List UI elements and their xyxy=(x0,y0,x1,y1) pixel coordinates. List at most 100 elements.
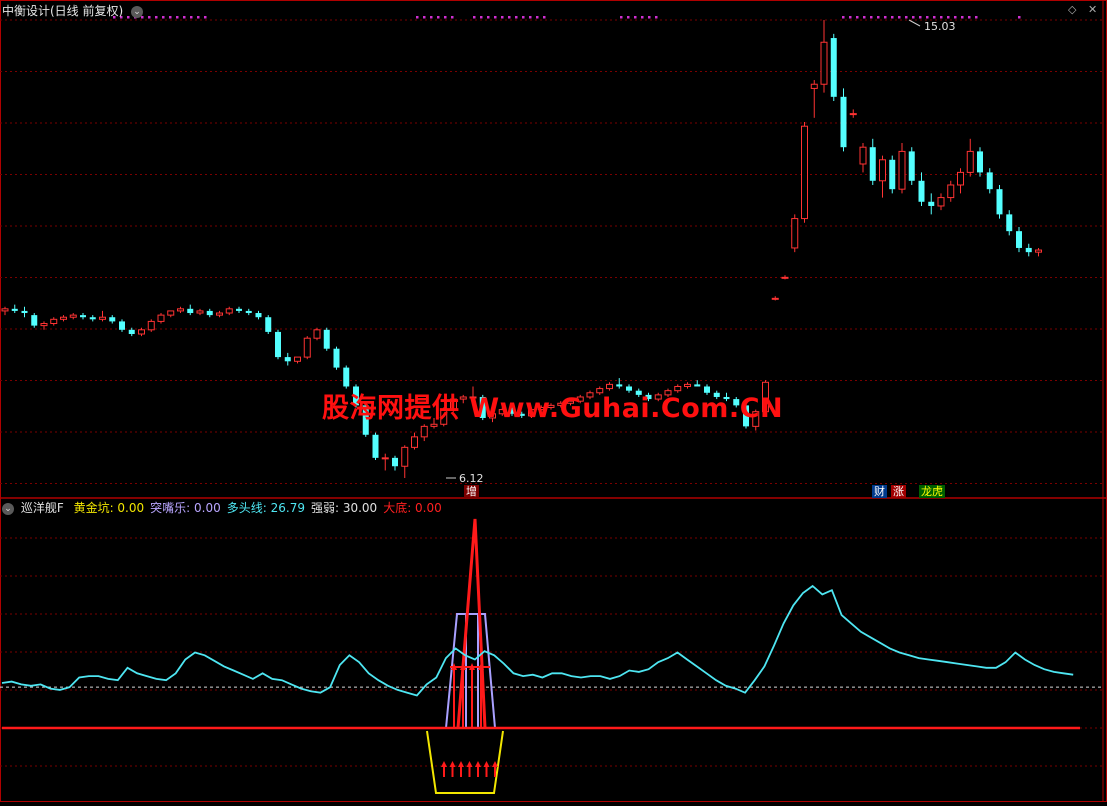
longhu-tag[interactable]: 龙虎 xyxy=(919,485,945,498)
signal-dot xyxy=(634,16,637,19)
signal-dot xyxy=(204,16,207,19)
signal-dot xyxy=(197,16,200,19)
cai-tag[interactable]: 财 xyxy=(872,485,887,498)
signal-dot xyxy=(877,16,880,19)
signal-dot xyxy=(954,16,957,19)
candle-body-down xyxy=(918,180,925,202)
candle-body-down xyxy=(109,317,116,322)
up-arrow-head xyxy=(475,761,481,767)
candle-body-up xyxy=(69,314,77,318)
candle-body-up xyxy=(791,218,799,249)
candle-body-up xyxy=(898,150,906,190)
candle-body-up xyxy=(313,329,321,339)
candle-body-up xyxy=(381,457,389,460)
candle-body-up xyxy=(60,316,67,320)
signal-dot xyxy=(515,16,518,19)
candle-body-down xyxy=(889,159,896,190)
signal-dot xyxy=(849,16,852,19)
candle-body-down xyxy=(928,201,935,206)
candle-body-up xyxy=(50,318,58,325)
indicator-chevron-icon[interactable]: ⌄ xyxy=(2,502,14,515)
signal-dot xyxy=(423,16,426,19)
candle-body-down xyxy=(284,357,291,362)
candle-body-down xyxy=(392,457,398,467)
indicator-item-label: 多头线: xyxy=(226,501,267,515)
signal-dot xyxy=(919,16,922,19)
signal-dot xyxy=(940,16,943,19)
candle-body-down xyxy=(89,317,96,320)
watermark-text: 股海网提供 Www.Guhai.Com.CN xyxy=(322,393,784,424)
candle-body-up xyxy=(177,308,184,312)
indicator-header: ⌄ 巡洋舰F 黄金坑: 0.00 突嘴乐: 0.00 多头线: 26.79 强弱: 3… xyxy=(2,500,442,516)
diamond-icon[interactable]: ◇ xyxy=(1068,3,1076,16)
high-pointer xyxy=(908,19,921,27)
indicator-item-value: 26.79 xyxy=(266,501,305,515)
dropdown-chevron-icon[interactable]: ⌄ xyxy=(131,5,144,18)
high-price-label: 15.03 xyxy=(924,20,956,33)
candle-body-down xyxy=(977,151,983,173)
candle-body-down xyxy=(830,38,837,97)
signal-dot xyxy=(842,16,845,19)
candle-body-down xyxy=(11,308,18,311)
signal-dot xyxy=(905,16,908,19)
signal-dot xyxy=(155,16,158,19)
candle-body-down xyxy=(1016,231,1022,248)
signal-dot xyxy=(148,16,151,19)
indicator-item: 黄金坑: 0.00 xyxy=(74,501,145,515)
indicator-item-value: 0.00 xyxy=(411,501,442,515)
signal-dot xyxy=(884,16,887,19)
signal-dot xyxy=(536,16,539,19)
indicator-item: 强弱: 30.00 xyxy=(311,501,377,515)
up-arrow-head xyxy=(441,761,447,767)
zeng-marker[interactable]: 增 xyxy=(464,485,479,498)
candle-body-down xyxy=(187,308,194,314)
indicator-item-label: 大底: xyxy=(383,501,412,515)
indicator-name[interactable]: 巡洋舰F xyxy=(21,501,64,515)
candle-body-up xyxy=(781,276,789,279)
signal-dot xyxy=(543,16,546,19)
signal-dot xyxy=(863,16,866,19)
signal-dot xyxy=(508,16,511,19)
signal-dot xyxy=(437,16,440,19)
candle-body-down xyxy=(333,348,340,368)
chart-stage: 中衡设计(日线 前复权) ⌄ ◇ ✕ 15.03 6.12 增 财 涨 龙虎 股… xyxy=(0,0,1107,802)
top-panel-header: 中衡设计(日线 前复权) ⌄ xyxy=(2,3,146,19)
candle-body-up xyxy=(40,323,48,327)
stock-title: 中衡设计(日线 前复权) xyxy=(2,4,124,18)
signal-dot xyxy=(655,16,658,19)
signal-dot xyxy=(898,16,901,19)
candle-body-down xyxy=(119,321,125,330)
signal-dot xyxy=(162,16,165,19)
signal-dot xyxy=(522,16,525,19)
candle-body-down xyxy=(908,151,915,181)
signal-dot xyxy=(430,16,433,19)
candle-body-up xyxy=(99,316,106,320)
signal-dot xyxy=(480,16,483,19)
signal-dot xyxy=(870,16,873,19)
candle-body-up xyxy=(411,436,418,448)
candle-body-up xyxy=(420,425,428,438)
candle-body-up xyxy=(138,329,145,335)
signal-dot xyxy=(494,16,497,19)
candle-body-up xyxy=(216,312,223,316)
duotou-line xyxy=(1,584,1074,697)
candle-body-down xyxy=(236,308,242,311)
zhang-tag[interactable]: 涨 xyxy=(891,485,906,498)
candle-body-up xyxy=(820,41,828,85)
indicator-item: 大底: 0.00 xyxy=(383,501,442,515)
signal-dot xyxy=(487,16,490,19)
close-icon[interactable]: ✕ xyxy=(1088,3,1097,16)
signal-dot xyxy=(912,16,915,19)
candle-body-up xyxy=(966,150,974,173)
candle-body-down xyxy=(986,172,993,190)
candle-body-down xyxy=(1006,214,1013,232)
candle-body-up xyxy=(937,197,945,207)
candle-body-down xyxy=(996,189,1003,215)
indicator-values: 黄金坑: 0.00 突嘴乐: 0.00 多头线: 26.79 强弱: 30.00 大底:… xyxy=(68,501,442,515)
candle-body-up xyxy=(879,159,886,182)
up-arrow-head xyxy=(458,761,464,767)
indicator-item-value: 30.00 xyxy=(339,501,378,515)
signal-dot xyxy=(933,16,936,19)
signal-dot xyxy=(176,16,179,19)
candle-body-up xyxy=(1,308,9,312)
